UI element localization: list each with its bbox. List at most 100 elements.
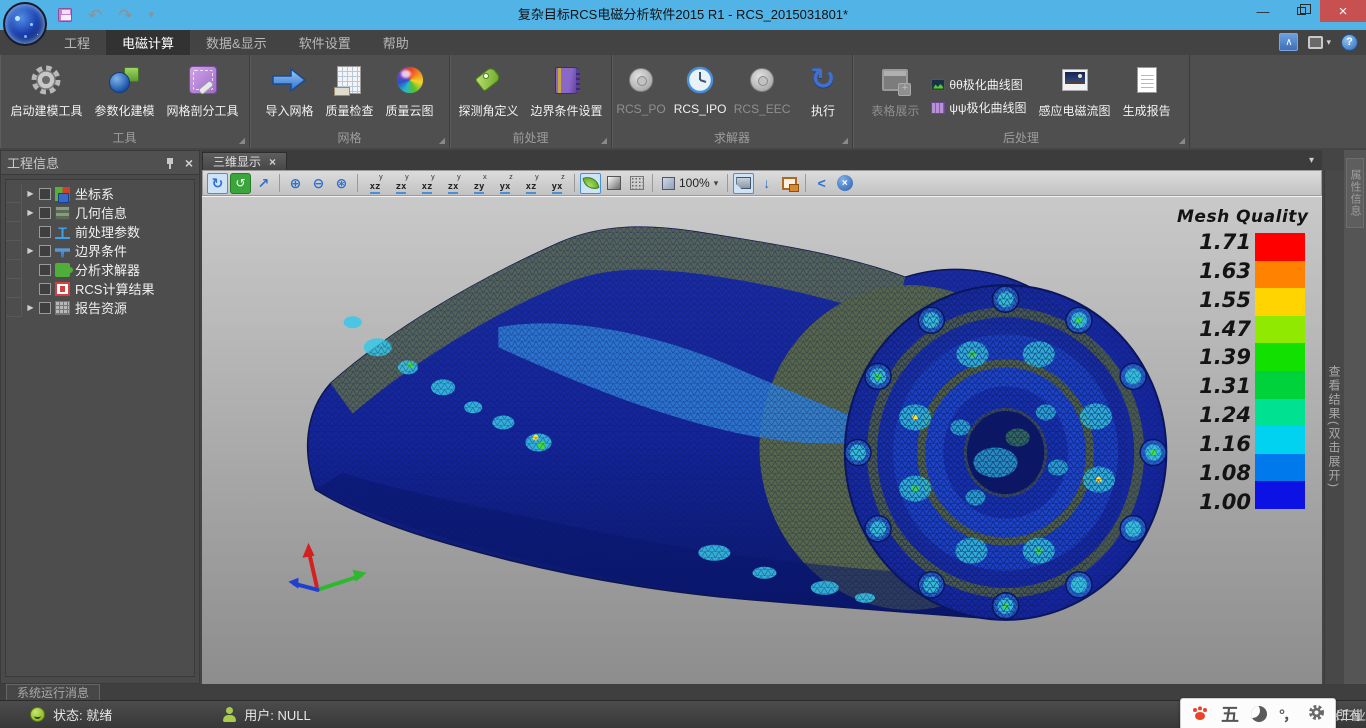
zoom-in-button[interactable]: ⊕ [285,173,306,194]
view-orientation-button[interactable]: yxz [519,173,543,194]
tab-electromagnetic-compute[interactable]: 电磁计算 [106,30,190,55]
tree-item-coordinate-system[interactable]: ▶ 坐标系 [6,184,194,203]
view-orientation-button[interactable]: yxz [363,173,387,194]
ime-settings-gear-icon[interactable] [1308,704,1325,724]
execute-button[interactable]: ↻ 执行 [794,58,852,121]
sphere-square-icon [107,60,141,100]
wireframe-render-button[interactable] [626,173,647,194]
app-logo-icon[interactable] [3,2,47,46]
zoom-level-select[interactable]: 100% ▾ [658,173,722,194]
display-style-button[interactable]: ▾ [1308,36,1331,49]
table-display-button[interactable]: 表格展示 [865,58,925,121]
legend-color-band [1255,371,1305,399]
pan-view-button[interactable]: ↗ [253,173,274,194]
quality-check-button[interactable]: 质量检查 [319,58,379,121]
share-button[interactable]: < [811,173,832,194]
tab-help[interactable]: 帮助 [367,30,425,55]
legend-value: 1.31 [1199,374,1251,398]
tab-3d-display[interactable]: 三维显示 × [202,152,287,170]
help-button[interactable]: ? [1341,34,1358,51]
refresh-view-button[interactable]: ↺ [230,173,251,194]
zoom-out-button[interactable]: ⊖ [308,173,329,194]
expand-arrow-icon[interactable]: ▶ [24,189,37,198]
mesh-partition-tool-button[interactable]: 网格剖分工具 [161,58,245,121]
group-expand-icon[interactable]: ◢ [439,136,445,145]
view-orientation-button[interactable]: yzx [389,173,413,194]
group-expand-icon[interactable]: ◢ [1179,136,1185,145]
view-orientation-button[interactable]: zyx [545,173,569,194]
expand-arrow-icon[interactable]: ▶ [24,208,37,217]
ribbon-group-postprocess: 表格展示 θθ极化曲线图 ψψ极化曲线图 感应电磁流图 [853,55,1190,148]
close-button[interactable]: × [1320,0,1366,22]
tree-checkbox[interactable] [39,188,51,200]
disc-icon [629,60,653,100]
tab-close-icon[interactable]: × [269,155,276,169]
tab-data-display[interactable]: 数据&显示 [190,30,283,55]
ime-input-mode[interactable]: 五 [1221,701,1239,727]
ribbon-button-label: 导入网格 [265,102,313,119]
property-info-tab[interactable]: 属性信息 [1346,158,1364,228]
flat-render-button[interactable] [603,173,624,194]
minimize-button[interactable]: — [1244,0,1282,22]
quality-contour-button[interactable]: 质量云图 [380,58,440,121]
view-orientation-button[interactable]: xzy [467,173,491,194]
tab-project[interactable]: 工程 [48,30,106,55]
tree-item-rcs-results[interactable]: RCS计算结果 [6,279,194,298]
rotate-view-button[interactable]: ↻ [207,173,228,194]
view-orientation-button[interactable]: yxz [415,173,439,194]
titlebar: ↶ ↷ ▾ 复杂目标RCS电磁分析软件2015 R1 - RCS_2015031… [0,0,1366,30]
tree-checkbox[interactable] [39,302,51,314]
view-results-collapsed-panel[interactable]: 查看结果(双击展开) [1324,170,1344,684]
psi-polar-curve-button[interactable]: ψψ极化曲线图 [931,99,1026,116]
tree-checkbox[interactable] [39,283,51,295]
solver-rcs-ipo-button[interactable]: RCS_IPO [670,58,730,118]
tree-checkbox[interactable] [39,245,51,257]
expand-arrow-icon[interactable]: ▶ [24,246,37,255]
panel-close-icon[interactable]: × [185,155,193,171]
collapse-ribbon-button[interactable]: ∧ [1279,33,1298,51]
import-mesh-button[interactable]: 导入网格 [259,58,319,121]
tab-software-settings[interactable]: 软件设置 [283,30,367,55]
view-orientation-button[interactable]: zyx [493,173,517,194]
3d-viewport[interactable]: Mesh Quality 1.71 1.63 1.55 1.47 1.39 1.… [202,196,1322,684]
export-down-button[interactable]: ↓ [756,173,777,194]
zoom-fit-button[interactable]: ⊛ [331,173,352,194]
tab-list-dropdown-icon[interactable]: ▾ [1309,155,1314,166]
group-expand-icon[interactable]: ◢ [601,136,607,145]
view-orientation-button[interactable]: yzx [441,173,465,194]
theta-polar-curve-button[interactable]: θθ极化曲线图 [931,76,1026,93]
snapshot-button[interactable] [733,173,754,194]
close-view-button[interactable]: × [834,173,855,194]
ime-fullhalf-moon-icon[interactable] [1251,706,1267,722]
legend-color-band [1255,261,1305,289]
tree-gutter [6,279,22,298]
ime-punctuation-toggle[interactable]: °， [1279,704,1296,725]
tree-item-label: 边界条件 [75,241,127,260]
ime-paw-icon[interactable] [1191,705,1209,724]
group-expand-icon[interactable]: ◢ [239,136,245,145]
legend-value: 1.47 [1199,317,1251,341]
tree-item-boundary-conditions[interactable]: ▶ 边界条件 [6,241,194,260]
start-modeling-tool-button[interactable]: 启动建模工具 [4,58,88,121]
solver-rcs-po-button[interactable]: RCS_PO [612,58,670,118]
solver-rcs-eec-button[interactable]: RCS_EEC [730,58,794,118]
group-expand-icon[interactable]: ◢ [842,136,848,145]
tree-item-geometry-info[interactable]: ▶ 几何信息 [6,203,194,222]
tree-checkbox[interactable] [39,207,51,219]
expand-arrow-icon[interactable]: ▶ [24,303,37,312]
tree-item-report-resources[interactable]: ▶ 报告资源 [6,298,194,317]
pin-icon[interactable] [165,157,175,169]
restore-button[interactable] [1282,0,1320,22]
probe-angle-define-button[interactable]: 探测角定义 [452,58,524,121]
generate-report-button[interactable]: 生成报告 [1117,58,1177,121]
induced-current-map-button[interactable]: 感应电磁流图 [1033,58,1117,121]
parametric-modeling-button[interactable]: 参数化建模 [88,58,160,121]
tree-item-analysis-solver[interactable]: 分析求解器 [6,260,194,279]
copy-image-button[interactable] [779,173,800,194]
shaded-render-button[interactable] [580,173,601,194]
boundary-condition-button[interactable]: 边界条件设置 [525,58,609,121]
tree-checkbox[interactable] [39,226,51,238]
system-messages-tab[interactable]: 系统运行消息 [6,684,100,700]
tree-checkbox[interactable] [39,264,51,276]
tree-item-preprocess-params[interactable]: T 前处理参数 [6,222,194,241]
